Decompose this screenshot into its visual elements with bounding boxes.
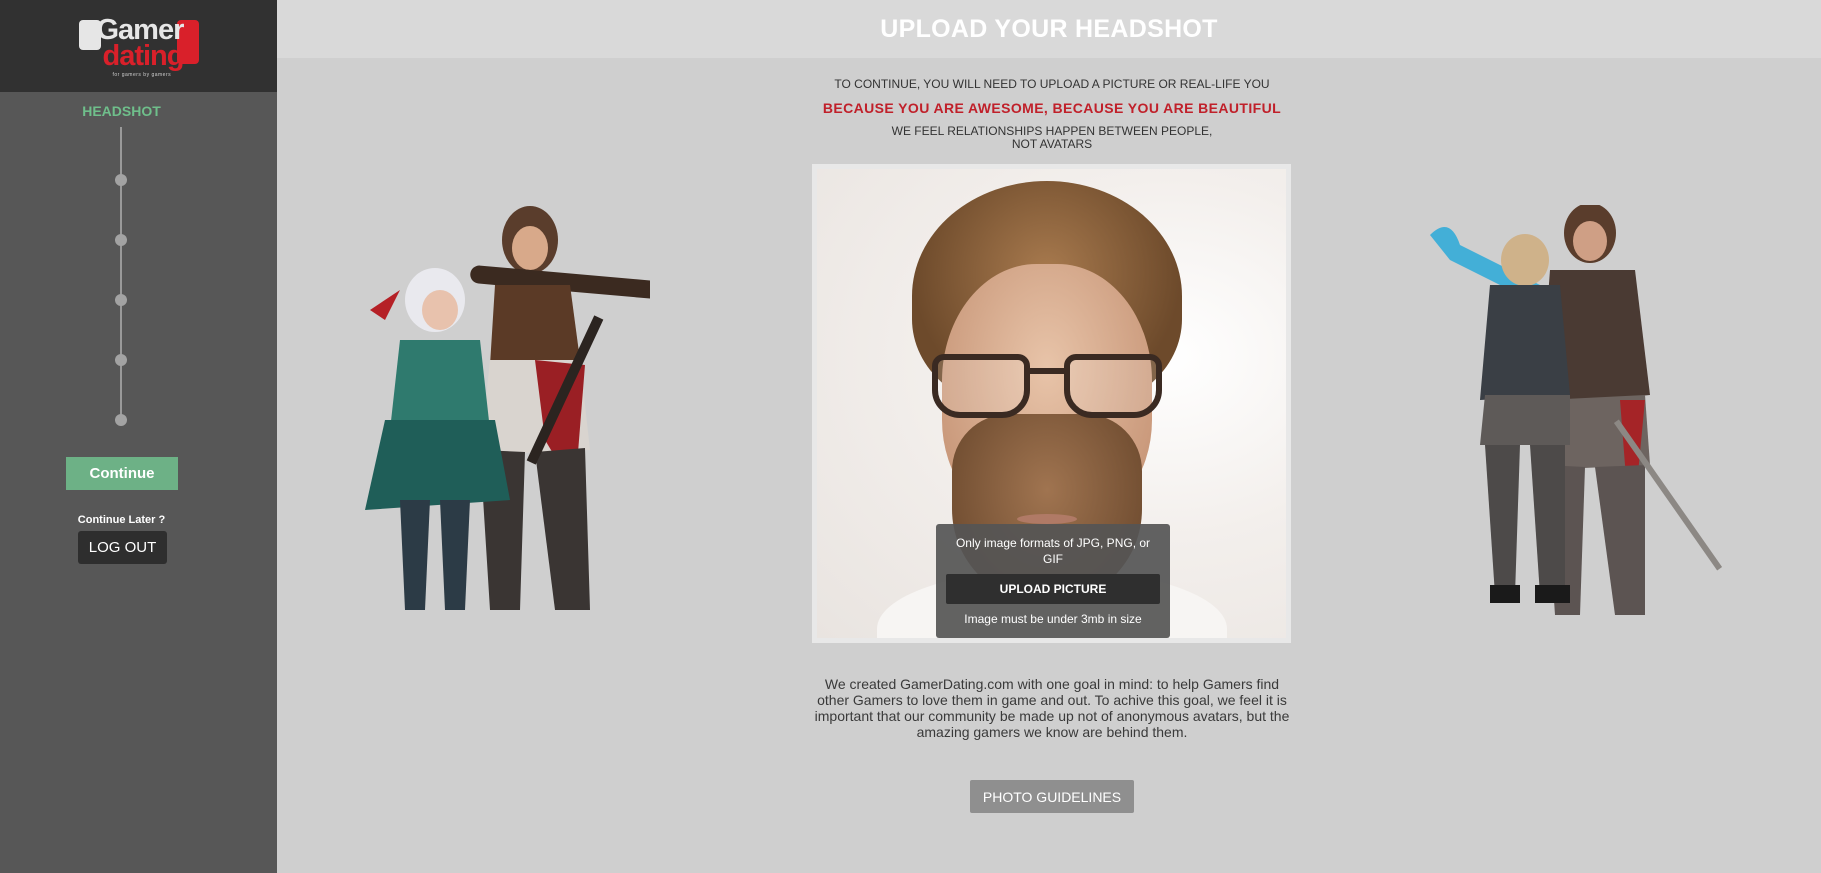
step-dot bbox=[115, 294, 127, 306]
step-dot bbox=[115, 234, 127, 246]
logo-text-dating: dating bbox=[102, 40, 185, 72]
logout-button[interactable]: LOG OUT bbox=[78, 531, 167, 564]
step-dot bbox=[115, 414, 127, 426]
sidebar: Gamer dating for gamers by gamers HEADSH… bbox=[0, 0, 277, 873]
upload-formats-text: Only image formats of JPG, PNG, or GIF bbox=[955, 536, 1151, 566]
photo-mouth bbox=[1017, 514, 1077, 524]
logo-area: Gamer dating for gamers by gamers bbox=[0, 0, 277, 92]
photo-guidelines-button[interactable]: PHOTO GUIDELINES bbox=[970, 780, 1134, 813]
step-dot bbox=[115, 354, 127, 366]
continue-later-label: Continue Later ? bbox=[77, 514, 166, 526]
step-title: HEADSHOT bbox=[82, 103, 161, 119]
intro-statement: WE FEEL RELATIONSHIPS HAPPEN BETWEEN PEO… bbox=[700, 125, 1404, 151]
mission-description: We created GamerDating.com with one goal… bbox=[814, 676, 1290, 740]
page-title: UPLOAD YOUR HEADSHOT bbox=[880, 14, 1218, 43]
continue-button[interactable]: Continue bbox=[66, 457, 178, 490]
character-illustration-left bbox=[330, 190, 700, 640]
upload-panel: Only image formats of JPG, PNG, or GIF U… bbox=[936, 524, 1170, 638]
logo-tagline: for gamers by gamers bbox=[112, 72, 172, 78]
intro-statement-line2: NOT AVATARS bbox=[1011, 137, 1093, 151]
gamerdating-logo[interactable]: Gamer dating for gamers by gamers bbox=[78, 14, 199, 78]
upload-picture-button[interactable]: UPLOAD PICTURE bbox=[946, 574, 1160, 604]
step-dot bbox=[115, 174, 127, 186]
photo-glasses bbox=[932, 354, 1162, 424]
character-illustration-right bbox=[1420, 203, 1780, 635]
page-header: UPLOAD YOUR HEADSHOT bbox=[277, 0, 1821, 58]
fantasy-couple-image bbox=[365, 206, 700, 610]
upload-size-limit: Image must be under 3mb in size bbox=[964, 612, 1142, 626]
step-progress-track bbox=[120, 127, 122, 421]
scifi-couple-image bbox=[1430, 203, 1723, 615]
intro-instruction: TO CONTINUE, YOU WILL NEED TO UPLOAD A P… bbox=[834, 77, 1270, 91]
intro-tagline: BECAUSE YOU ARE AWESOME, BECAUSE YOU ARE… bbox=[822, 100, 1282, 116]
